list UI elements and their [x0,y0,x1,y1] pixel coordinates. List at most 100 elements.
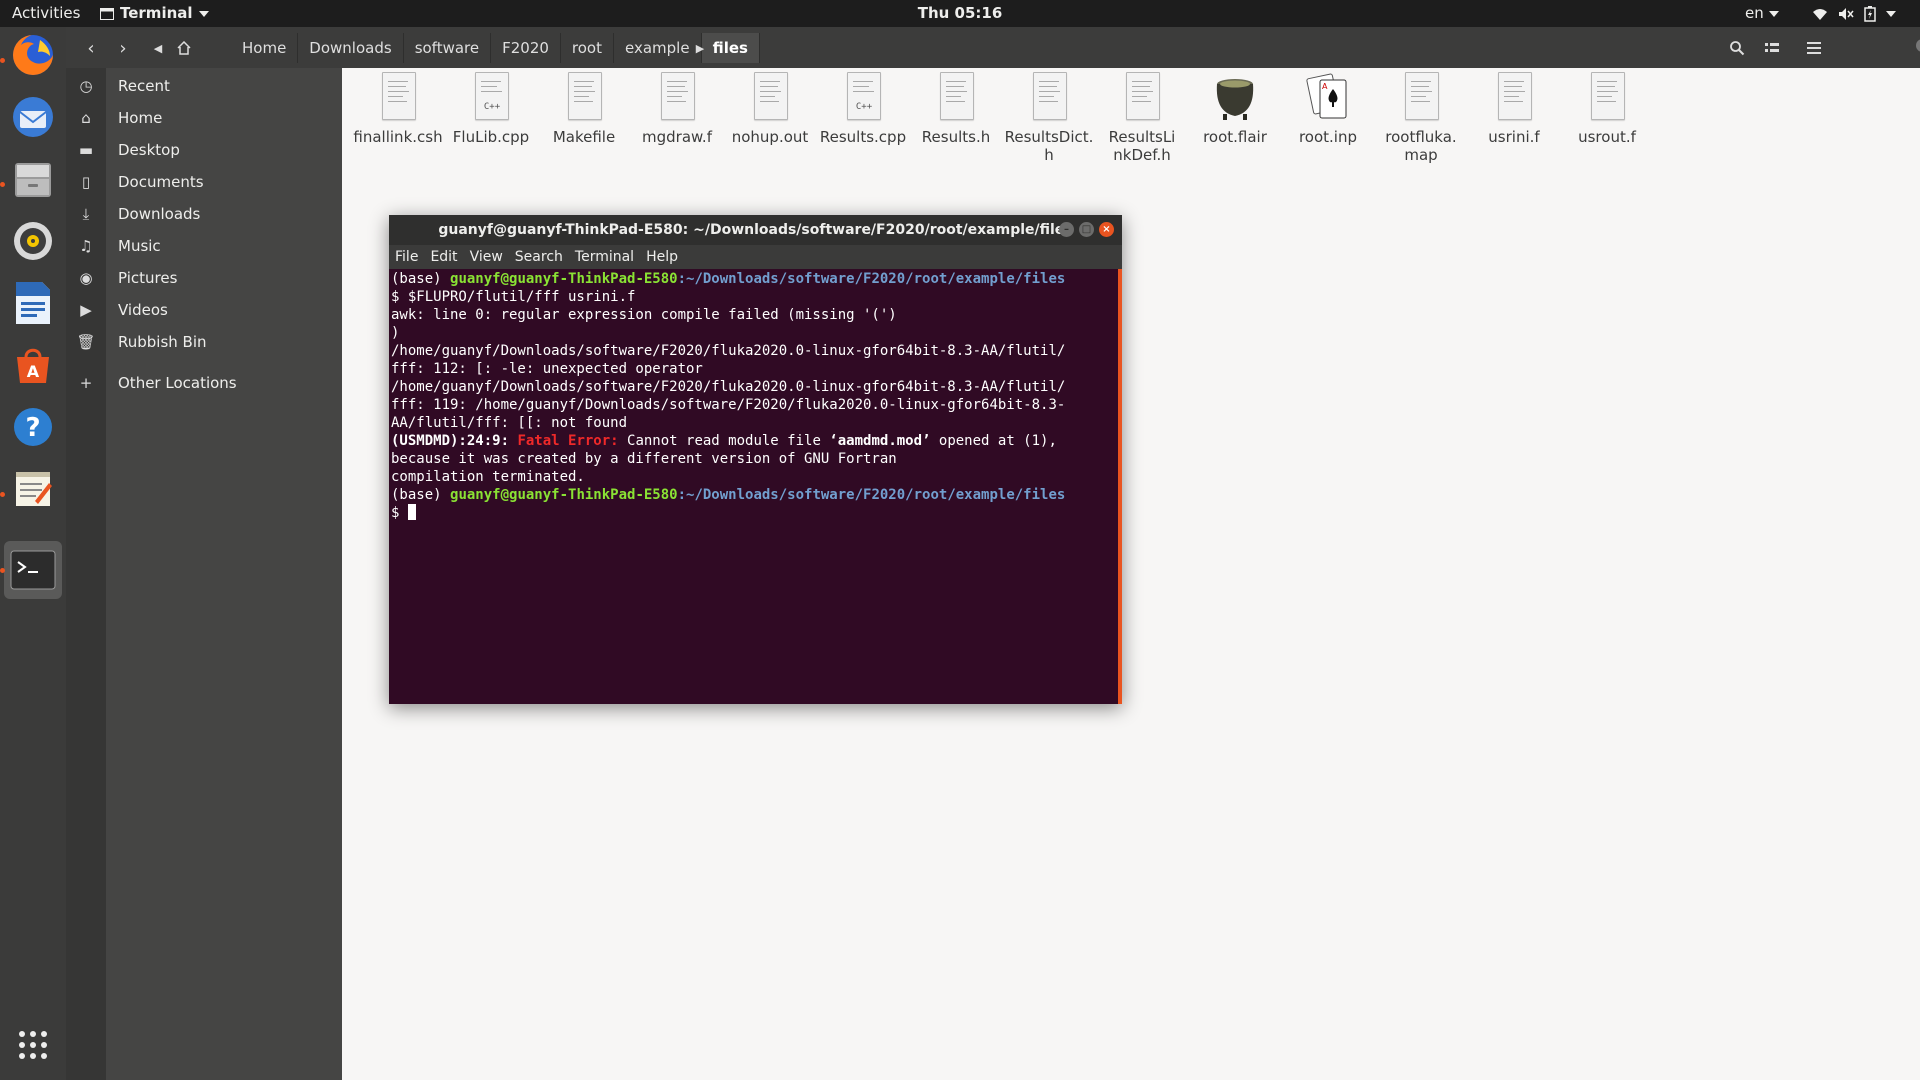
menu-help[interactable]: Help [640,245,684,269]
file-item[interactable]: A root.inp [1282,72,1374,146]
file-item[interactable]: root.flair [1189,72,1281,146]
home-crumb-icon-button[interactable] [174,33,194,63]
minimize-button[interactable] [1916,39,1920,52]
sidebar-item-desktop[interactable]: ▬ Desktop [79,135,342,165]
arrow-right-icon: ▶ [695,41,705,55]
file-item[interactable]: Makefile [538,72,630,146]
writer-icon [16,282,50,324]
sidebar-item-recent[interactable]: ◷ Recent [79,71,342,101]
file-item[interactable]: usrini.f [1468,72,1560,146]
crumb-files[interactable]: files [701,33,760,63]
text-file-icon [1492,72,1536,124]
file-name: rootfluka.map [1385,128,1457,164]
sidebar-item-rubbish-bin[interactable]: 🗑 Rubbish Bin [76,327,342,357]
flair-cauldron-icon [1213,72,1257,124]
file-item[interactable]: finallink.csh [352,72,444,146]
terminal-output[interactable]: (base) guanyf@guanyf-ThinkPad-E580:~/Dow… [391,270,1113,702]
arrow-left-icon: ◀ [153,41,163,55]
menu-search[interactable]: Search [509,245,569,269]
file-item[interactable]: mgdraw.f [631,72,723,146]
top-bar: Activities Terminal Thu 05:16 en [0,0,1920,27]
list-view-icon [1765,43,1779,52]
file-name: Makefile [552,128,616,146]
search-button[interactable] [1722,33,1752,63]
sidebar-item-label: Desktop [118,141,180,159]
text-file-icon [748,72,792,124]
crumb-root[interactable]: root [561,33,614,63]
file-item[interactable]: nohup.out [724,72,816,146]
menu-file[interactable]: File [389,245,424,269]
help-icon: ? [14,408,52,446]
minimize-button[interactable]: – [1059,222,1074,237]
maximize-button[interactable]: □ [1079,222,1094,237]
terminal-launcher[interactable] [4,541,62,599]
sidebar-item-pictures[interactable]: ◉ Pictures [79,263,342,293]
system-tray[interactable] [1812,0,1896,27]
crumb-f2020[interactable]: F2020 [491,33,561,63]
firefox-launcher[interactable] [6,28,60,82]
dock: A ? [0,27,66,1080]
menu-button[interactable] [1799,33,1829,63]
forward-button[interactable]: › [108,33,138,63]
crumb-home[interactable]: Home [240,33,299,63]
file-name: nohup.out [731,128,809,146]
help-launcher[interactable]: ? [6,400,60,454]
sidebar-item-downloads[interactable]: ⤓ Downloads [83,199,342,229]
terminal-line: $ $FLUPRO/flutil/fff usrini.f [391,289,636,305]
sidebar-item-other-locations[interactable]: + Other Locations [80,368,342,398]
menu-terminal[interactable]: Terminal [569,245,640,269]
crumb-example[interactable]: example [614,33,702,63]
text-cursor [407,504,416,520]
file-item[interactable]: usrout.f [1561,72,1653,146]
terminal-window[interactable]: guanyf@guanyf-ThinkPad-E580: ~/Downloads… [389,215,1122,704]
sidebar-item-documents[interactable]: ▯ Documents [82,167,342,197]
file-item[interactable]: Results.h [910,72,1002,146]
terminal-line: ) [391,325,400,341]
sidebar-item-home[interactable]: ⌂ Home [81,103,342,133]
file-name: usrout.f [1578,128,1636,146]
activities-button[interactable]: Activities [12,0,80,27]
clock-icon: ◷ [79,77,93,95]
sidebar-item-music[interactable]: ♫ Music [79,231,342,261]
file-item[interactable]: rootfluka.map [1375,72,1467,164]
file-item[interactable]: ResultsDict.h [1003,72,1095,164]
terminal-titlebar[interactable]: guanyf@guanyf-ThinkPad-E580: ~/Downloads… [389,215,1122,245]
breadcrumb-scroll-left[interactable]: ◀ [148,33,168,63]
clock[interactable]: Thu 05:16 [918,4,1003,22]
back-button[interactable]: ‹ [76,33,106,63]
menu-edit[interactable]: Edit [424,245,463,269]
file-item[interactable]: C++ FluLib.cpp [445,72,537,146]
writer-launcher[interactable] [6,276,60,330]
crumb-downloads[interactable]: Downloads [298,33,404,63]
file-item[interactable]: ResultsLinkDef.h [1096,72,1188,164]
sidebar-item-label: Downloads [118,205,201,223]
menu-view[interactable]: View [464,245,509,269]
software-center-launcher[interactable]: A [6,338,60,392]
thunderbird-launcher[interactable] [6,90,60,144]
chevron-right-icon: › [119,37,127,59]
terminal-menubar: File Edit View Search Terminal Help [389,245,1122,269]
sidebar-item-videos[interactable]: ▶ Videos [80,295,342,325]
file-name: Results.h [921,128,991,146]
trash-icon: 🗑 [76,333,96,351]
language-menu[interactable]: en [1745,0,1779,27]
text-editor-launcher[interactable] [6,462,60,516]
view-mode-button[interactable] [1757,33,1787,63]
svg-text:?: ? [25,413,40,443]
header-file-icon [934,72,978,124]
playing-cards-icon: A [1306,72,1350,124]
terminal-scrollbar[interactable] [1118,269,1122,704]
chevron-down-icon [198,10,209,17]
file-item[interactable]: C++ Results.cpp [817,72,909,146]
document-icon: ▯ [81,173,91,191]
app-menu[interactable]: Terminal [100,0,209,27]
close-button[interactable]: × [1099,222,1114,237]
show-apps-button[interactable] [6,1018,60,1072]
crumb-software[interactable]: software [404,33,492,63]
download-icon: ⤓ [82,205,90,223]
terminal-line: /home/guanyf/Downloads/software/F2020/fl… [391,379,1066,395]
breadcrumb-scroll-right[interactable]: ▶ [690,33,710,63]
rhythmbox-launcher[interactable] [6,214,60,268]
files-window-controls [1916,39,1920,52]
files-launcher[interactable] [6,152,60,206]
